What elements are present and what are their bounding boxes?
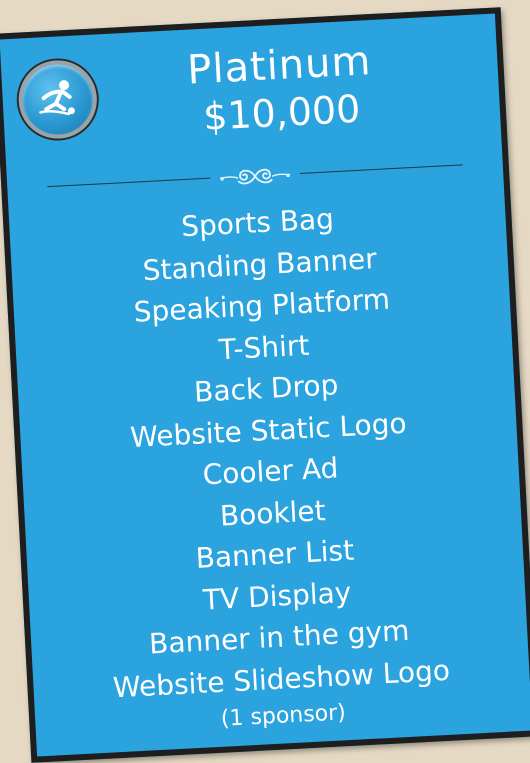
flourish-ornament-icon <box>209 161 301 191</box>
page-background: Platinum $10,000 Sports Bag Standing Ban… <box>0 0 530 763</box>
benefits-list: Sports Bag Standing Banner Speaking Plat… <box>9 189 530 712</box>
ornamental-divider <box>47 153 464 199</box>
sponsorship-card: Platinum $10,000 Sports Bag Standing Ban… <box>0 7 530 763</box>
